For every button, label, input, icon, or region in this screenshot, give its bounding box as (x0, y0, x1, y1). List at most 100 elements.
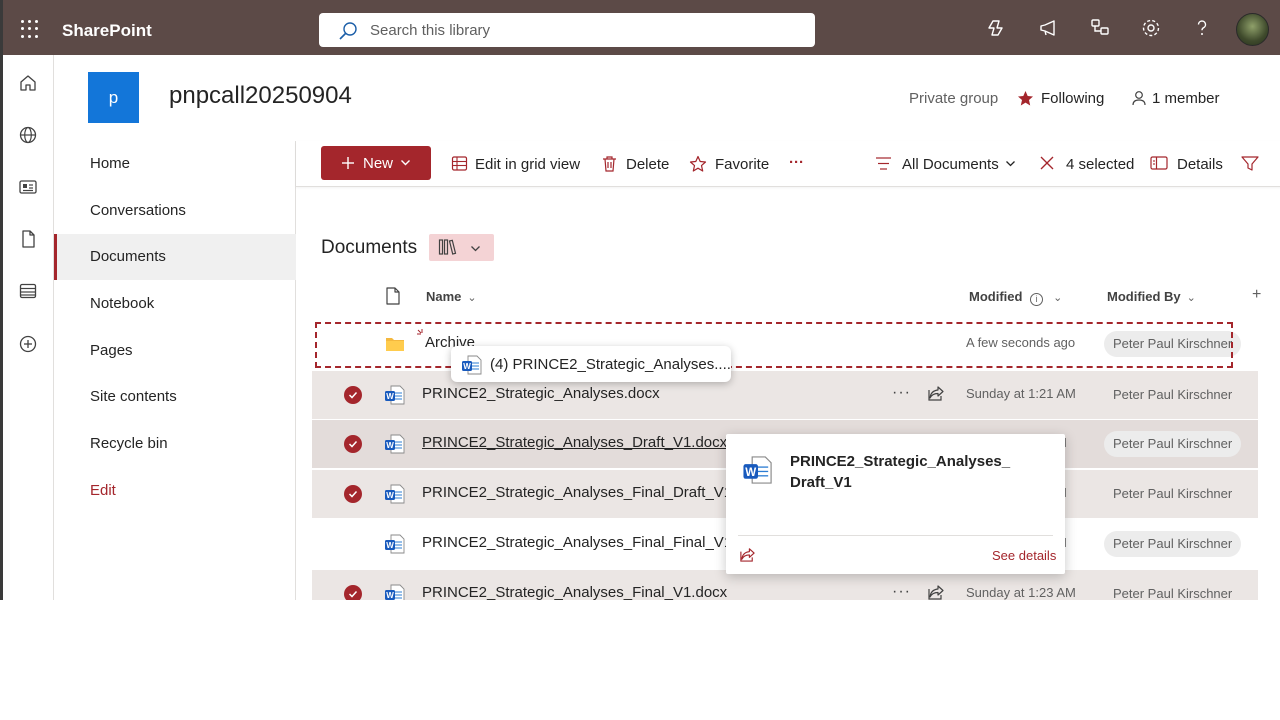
nav-item-documents[interactable]: Documents (54, 234, 296, 280)
drag-preview-label: (4) PRINCE2_Strategic_Analyses.... (490, 356, 731, 373)
selected-check-icon[interactable] (344, 485, 362, 503)
word-file-icon: W (385, 584, 405, 600)
modified-by-person[interactable]: Peter Paul Kirschner (1104, 581, 1241, 600)
favorite-label: Favorite (715, 156, 770, 173)
nav-item-home[interactable]: Home (54, 141, 296, 187)
nav-item-site-contents[interactable]: Site contents (54, 374, 296, 420)
view-list-icon (876, 157, 891, 170)
svg-text:W: W (386, 541, 394, 550)
svg-text:W: W (386, 591, 394, 600)
file-name[interactable]: PRINCE2_Strategic_Analyses_Final_V1.docx (422, 584, 727, 600)
selected-check-icon[interactable] (344, 386, 362, 404)
word-file-icon: W (385, 385, 405, 405)
star-icon (689, 155, 707, 172)
modified-by-person[interactable]: Peter Paul Kirschner (1104, 431, 1242, 457)
site-logo[interactable]: p (88, 72, 139, 123)
selected-count-label: 4 selected (1066, 156, 1135, 173)
word-file-icon: W (385, 484, 405, 504)
modified-by-person[interactable]: Peter Paul Kirschner (1104, 531, 1242, 557)
new-button[interactable]: New (321, 146, 431, 180)
column-header-name[interactable]: Name ⌄ (426, 289, 477, 304)
list-row[interactable]: W PRINCE2_Strategic_Analyses_Final_V1.do… (312, 570, 1258, 600)
modified-date: Sunday at 1:21 AM (966, 386, 1076, 401)
app-launcher-icon[interactable] (21, 20, 39, 38)
library-icon (438, 239, 457, 255)
grid-icon (451, 156, 468, 171)
more-icon: ··· (789, 154, 804, 171)
modified-by-person[interactable]: Peter Paul Kirschner (1104, 481, 1241, 507)
chevron-down-icon (471, 246, 480, 252)
file-name[interactable]: PRINCE2_Strategic_Analyses_Draft_V1.docx (422, 434, 727, 451)
hover-card-divider (738, 535, 1053, 536)
library-title: Documents (321, 237, 418, 258)
add-circle-icon[interactable] (18, 334, 38, 354)
suite-bar: SharePoint Search this library (3, 0, 1280, 55)
chevron-down-icon (1006, 161, 1015, 167)
selected-check-icon[interactable] (344, 585, 362, 600)
help-icon[interactable] (1191, 17, 1213, 39)
file-icon[interactable] (18, 229, 38, 249)
selected-check-icon[interactable] (344, 435, 362, 453)
plus-icon (342, 157, 354, 169)
search-input[interactable]: Search this library (370, 22, 490, 39)
app-name[interactable]: SharePoint (62, 21, 152, 41)
library-view-switch[interactable] (429, 234, 494, 261)
person-icon (1132, 91, 1146, 106)
nav-item-recycle-bin[interactable]: Recycle bin (54, 421, 296, 467)
file-type-header-icon[interactable] (385, 287, 401, 305)
modified-date: Sunday at 1:23 AM (966, 585, 1076, 600)
word-file-icon: W (743, 456, 772, 484)
site-privacy-label: Private group (909, 90, 999, 107)
close-icon (1040, 156, 1054, 170)
svg-text:W: W (386, 491, 394, 500)
copilot-icon[interactable] (986, 17, 1008, 39)
file-name[interactable]: PRINCE2_Strategic_Analyses_Final_Draft_V… (422, 484, 753, 501)
nav-edit-link[interactable]: Edit (54, 468, 296, 514)
drag-preview: W (4) PRINCE2_Strategic_Analyses.... (451, 346, 731, 382)
file-hover-card: W PRINCE2_Strategic_Analyses_Draft_V1 Se… (726, 434, 1065, 574)
nav-item-notebook[interactable]: Notebook (54, 281, 296, 327)
file-name[interactable]: PRINCE2_Strategic_Analyses_Final_Final_V… (422, 534, 753, 551)
column-modified-label: Modified (969, 289, 1023, 304)
sharepoint-window: SharePoint Search this library p pnpcall… (0, 0, 1280, 600)
edit-grid-label: Edit in grid view (475, 156, 581, 173)
gear-icon[interactable] (1140, 17, 1162, 39)
trash-icon (603, 156, 616, 172)
chevron-down-icon (401, 160, 410, 166)
see-details-link[interactable]: See details (992, 548, 1056, 563)
globe-icon[interactable] (18, 125, 38, 145)
column-header-modified[interactable]: Modified i ⌄ (969, 289, 1062, 306)
user-avatar[interactable] (1236, 13, 1269, 46)
add-column-button[interactable]: + (1252, 286, 1261, 304)
megaphone-icon[interactable] (1038, 17, 1060, 39)
star-filled-icon (1018, 91, 1033, 106)
modified-by-person[interactable]: Peter Paul Kirschner (1104, 382, 1241, 408)
nav-item-pages[interactable]: Pages (54, 328, 296, 374)
details-pane-icon (1150, 156, 1168, 170)
news-icon[interactable] (18, 177, 38, 197)
share-icon[interactable] (927, 384, 945, 402)
home-icon[interactable] (18, 73, 38, 93)
row-more-icon[interactable]: ··· (892, 384, 911, 402)
site-title[interactable]: pnpcall20250904 (169, 82, 352, 110)
app-rail (3, 55, 54, 600)
column-modified-by-label: Modified By (1107, 289, 1181, 304)
word-file-icon: W (462, 355, 482, 375)
nav-item-conversations[interactable]: Conversations (54, 188, 296, 234)
search-box[interactable]: Search this library (319, 13, 815, 47)
share-network-icon[interactable] (1089, 17, 1111, 39)
filter-icon (1241, 156, 1259, 171)
svg-text:W: W (745, 466, 756, 479)
hover-card-file-name[interactable]: PRINCE2_Strategic_Analyses_Draft_V1 (790, 451, 1020, 493)
column-header-modified-by[interactable]: Modified By ⌄ (1107, 289, 1196, 304)
file-name[interactable]: PRINCE2_Strategic_Analyses.docx (422, 385, 660, 402)
delete-label: Delete (626, 156, 670, 173)
svg-text:W: W (386, 441, 394, 450)
row-more-icon[interactable]: ··· (892, 583, 911, 600)
view-label: All Documents (902, 156, 999, 173)
column-name-label: Name (426, 289, 462, 304)
list-icon[interactable] (18, 281, 38, 301)
svg-text:W: W (463, 362, 471, 371)
share-icon[interactable] (927, 583, 945, 600)
share-icon[interactable] (739, 546, 756, 563)
